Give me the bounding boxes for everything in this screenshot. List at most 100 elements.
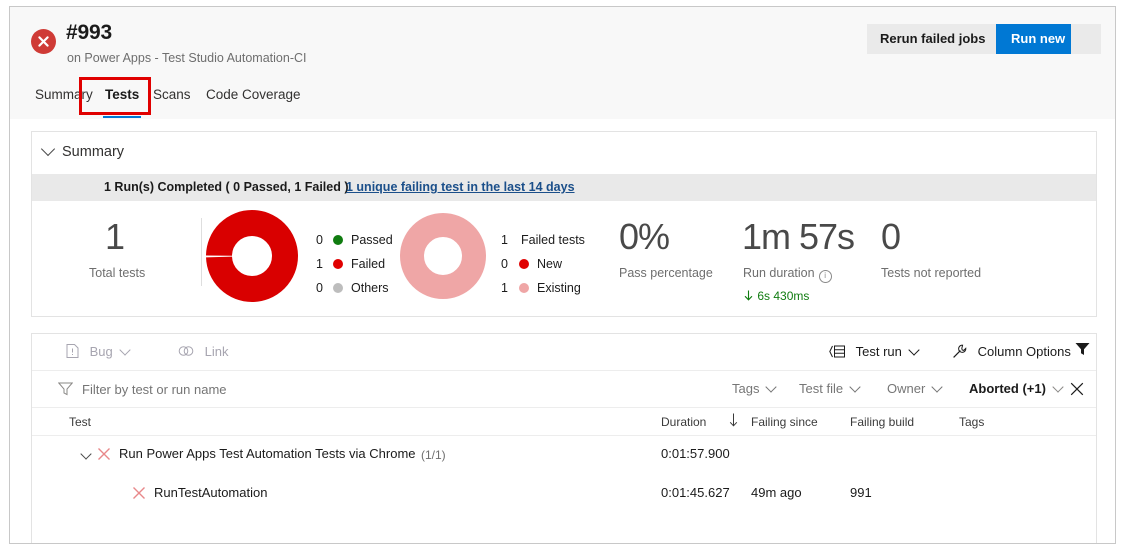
chevron-down-icon [765, 381, 778, 393]
column-header-duration[interactable]: Duration [661, 415, 706, 429]
run-duration-delta-text: 6s 430ms [757, 289, 810, 303]
chevron-down-icon [908, 344, 920, 356]
test-row-name: RunTestAutomation [154, 485, 268, 500]
tab-code-coverage[interactable]: Code Coverage [206, 87, 301, 102]
column-header-failing-since[interactable]: Failing since [751, 415, 818, 429]
legend-failedtests-label: Failed tests [521, 233, 585, 247]
screenshot-root: #993 on Power Apps - Test Studio Automat… [0, 0, 1139, 550]
group-row-count: (1/1) [421, 448, 446, 462]
pass-percentage-label: Pass percentage [619, 266, 713, 280]
link-icon [178, 346, 194, 356]
chevron-down-icon [119, 344, 131, 356]
link-button-label: Link [204, 344, 229, 359]
legend-new-dot [519, 259, 529, 269]
build-header: #993 on Power Apps - Test Studio Automat… [10, 7, 1115, 85]
run-duration-label-text: Run duration [743, 266, 815, 280]
search-input[interactable] [80, 381, 384, 398]
table-row[interactable]: RunTestAutomation 0:01:45.627 49m ago 99… [32, 475, 1096, 510]
error-circle-x-icon [31, 29, 56, 54]
chevron-down-icon [931, 381, 943, 393]
filter-pill-test-file-label: Test file [799, 381, 844, 396]
x-icon [97, 447, 111, 466]
filter-pill-test-file[interactable]: Test file [799, 381, 861, 396]
arrow-down-icon [744, 290, 753, 301]
legend-failed-dot [333, 259, 343, 269]
run-duration-delta: 6s 430ms [743, 289, 809, 303]
build-results-page: #993 on Power Apps - Test Studio Automat… [9, 6, 1116, 544]
bug-button[interactable]: Bug [66, 344, 131, 359]
filter-funnel-icon [1075, 343, 1090, 355]
run-duration-value: 1m 57s [742, 216, 855, 257]
filter-toggle-button[interactable] [1075, 342, 1090, 359]
group-row-name: Run Power Apps Test Automation Tests via… [119, 446, 416, 461]
legend-existing-dot [519, 283, 529, 293]
legend-failed-label: Failed [351, 257, 386, 271]
bug-button-label: Bug [89, 344, 113, 359]
bug-file-icon [66, 344, 79, 358]
filter-funnel-icon [57, 382, 74, 401]
legend-others-dot [333, 283, 343, 293]
legend-passed-label: Passed [351, 233, 393, 247]
summary-section-toggle[interactable]: Summary [40, 141, 125, 160]
table-row[interactable]: Run Power Apps Test Automation Tests via… [32, 436, 1096, 471]
outcome-donut-chart [206, 210, 298, 307]
unique-failing-tests-link[interactable]: 1 unique failing test in the last 14 day… [346, 180, 575, 194]
column-options-button[interactable]: Column Options [952, 344, 1071, 359]
test-results-grid: Bug Link Test run Column Options Filter … [31, 333, 1097, 543]
run-status-text: 1 Run(s) Completed ( 0 Passed, 1 Failed … [104, 180, 349, 194]
chevron-down-icon [849, 381, 861, 393]
legend-new-label: New [537, 257, 563, 271]
legend-others-count: 0 [316, 281, 323, 295]
build-subtitle: on Power Apps - Test Studio Automation-C… [67, 51, 307, 65]
column-header-test[interactable]: Test [69, 415, 91, 429]
grid-filter-bar: Tags Test file Owner Aborted (+1) [32, 371, 1096, 408]
legend-failedtests-count: 1 [501, 233, 508, 247]
wrench-icon [953, 344, 967, 358]
column-header-failing-build[interactable]: Failing build [850, 415, 914, 429]
chevron-down-icon [1052, 381, 1064, 393]
clear-filters-button[interactable] [1069, 381, 1085, 397]
filter-pill-outcome[interactable]: Aborted (+1) [969, 381, 1064, 396]
info-icon[interactable]: i [818, 270, 832, 283]
tab-bar: Summary Tests Scans Code Coverage [10, 79, 1115, 119]
test-row-failing-since: 49m ago [751, 485, 802, 500]
tab-summary[interactable]: Summary [35, 87, 93, 102]
tests-not-reported-label: Tests not reported [881, 266, 982, 280]
run-duration-label: Run duration i [743, 266, 832, 283]
tab-tests[interactable]: Tests [105, 87, 139, 102]
more-actions-button[interactable] [1071, 24, 1101, 54]
tests-not-reported-value: 0 [881, 216, 901, 257]
legend-passed-dot [333, 235, 343, 245]
legend-new-count: 0 [501, 257, 508, 271]
filter-pill-outcome-label: Aborted (+1) [969, 381, 1046, 396]
total-tests-label: Total tests [89, 266, 146, 280]
expand-collapse-chevron-icon[interactable] [80, 448, 92, 460]
link-button[interactable]: Link [178, 344, 228, 359]
pass-percentage-value: 0% [619, 216, 670, 257]
failed-tests-donut-chart [399, 212, 487, 305]
group-by-icon [829, 345, 845, 358]
test-run-label: Test run [855, 344, 902, 359]
tab-scans[interactable]: Scans [153, 87, 191, 102]
sort-descending-icon [729, 413, 738, 430]
column-header-tags[interactable]: Tags [959, 415, 984, 429]
grid-command-bar: Bug Link Test run Column Options [32, 334, 1096, 371]
summary-section-title: Summary [62, 144, 125, 160]
page-title: #993 [66, 21, 112, 44]
test-row-failing-build: 991 [850, 485, 872, 500]
filter-pill-tags[interactable]: Tags [732, 381, 778, 396]
filter-pill-owner-label: Owner [887, 381, 926, 396]
legend-others-label: Others [351, 281, 389, 295]
summary-card: Summary 1 Run(s) Completed ( 0 Passed, 1… [31, 131, 1097, 317]
legend-existing-label: Existing [537, 281, 581, 295]
rerun-failed-jobs-button[interactable]: Rerun failed jobs [867, 24, 999, 54]
filter-pill-tags-label: Tags [732, 381, 760, 396]
column-options-label: Column Options [977, 344, 1071, 359]
metrics-divider [201, 218, 202, 286]
x-icon [132, 486, 146, 505]
grid-column-headers: Test Duration Failing since Failing buil… [32, 408, 1096, 436]
filter-pill-owner[interactable]: Owner [887, 381, 943, 396]
legend-passed-count: 0 [316, 233, 323, 247]
run-new-button[interactable]: Run new [996, 24, 1081, 54]
test-run-groupby-button[interactable]: Test run [829, 344, 920, 359]
